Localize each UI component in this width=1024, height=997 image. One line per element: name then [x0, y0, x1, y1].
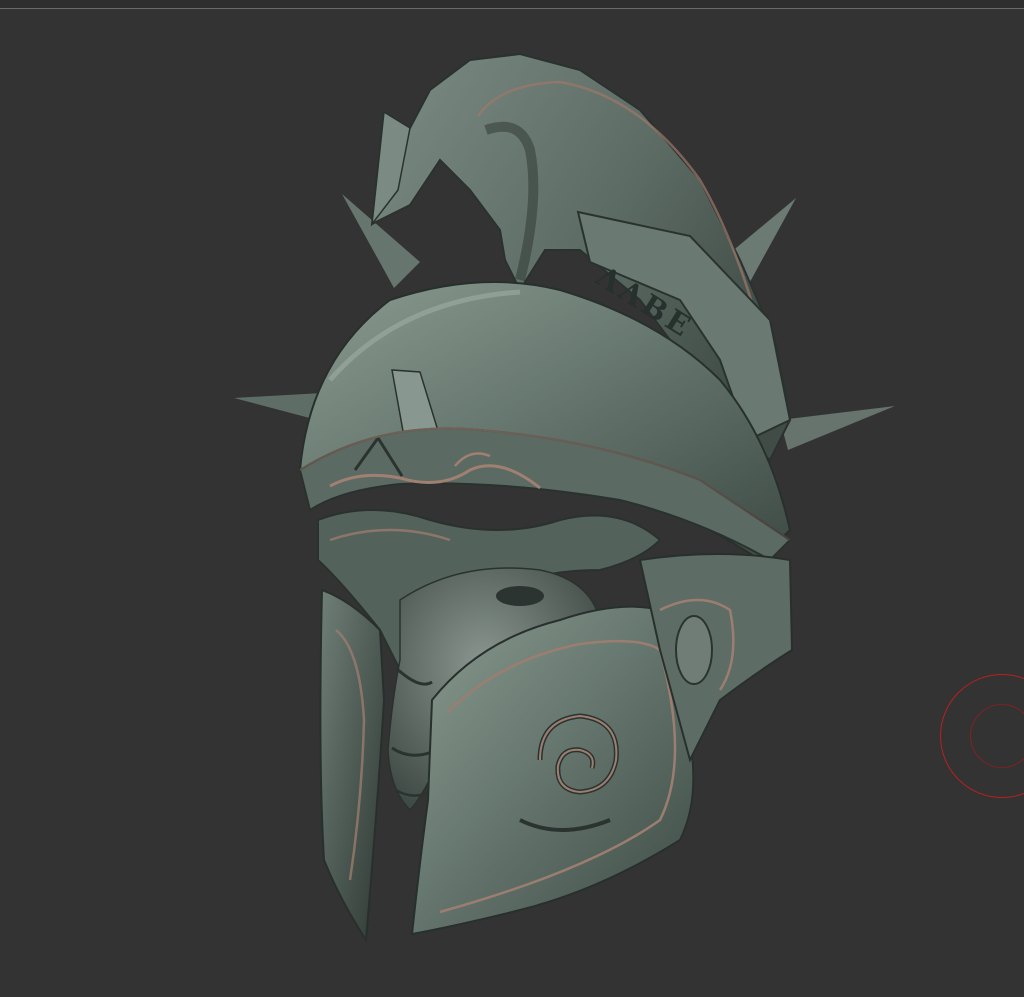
sculpt-viewport[interactable]: ΛΛΒΕ: [0, 0, 1024, 997]
left-cheek-guard: [319, 588, 386, 943]
helmet-model[interactable]: ΛΛΒΕ: [0, 0, 1024, 997]
